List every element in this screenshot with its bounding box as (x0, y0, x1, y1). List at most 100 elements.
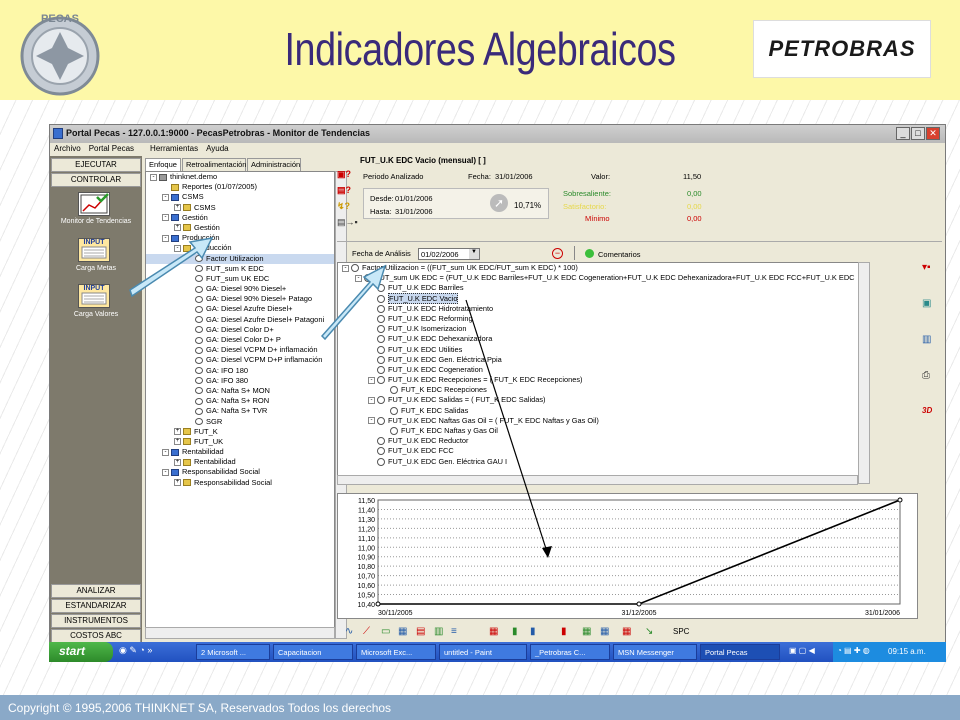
formula-row[interactable]: - FUT_U.K EDC Salidas = ( FUT_K EDC Salid… (338, 395, 869, 405)
start-button[interactable]: start (49, 642, 113, 662)
tree-item[interactable]: - Responsabilidad Social (146, 467, 334, 477)
chart-tool-icon[interactable]: ∿ (345, 626, 353, 637)
collapse-icon[interactable]: - (162, 214, 169, 222)
monitor-tendencias-icon[interactable] (78, 192, 110, 216)
chart-tool-icon[interactable]: ▦ (622, 626, 631, 637)
remove-icon[interactable]: − (552, 248, 563, 259)
formula-row[interactable]: FUT_U.K EDC Reforming (338, 314, 869, 324)
spc-button[interactable]: SPC (673, 627, 689, 636)
formula-row[interactable]: FUT_U.K EDC Vacio (338, 292, 869, 304)
collapse-icon[interactable]: - (368, 417, 375, 425)
help-calendar-icon[interactable]: ▣? (337, 169, 357, 181)
collapse-icon[interactable]: - (150, 173, 157, 181)
comentarios-button[interactable]: Comentarios (598, 250, 641, 259)
chart-tool-icon[interactable]: ▮ (561, 626, 567, 637)
tree-item[interactable]: GA: Nafta S+ RON (146, 396, 334, 406)
formula-vertical-scrollbar[interactable] (858, 262, 870, 484)
chart-tool-icon[interactable]: ▦ (582, 626, 591, 637)
tree-item[interactable]: GA: Diesel 90% Diesel+ (146, 284, 334, 294)
expand-icon[interactable]: + (174, 204, 181, 212)
tab-enfoque[interactable]: Enfoque (145, 158, 181, 171)
formula-row[interactable]: FUT_U.K EDC Gen. Eléctrica GAU I (338, 457, 869, 467)
tree-item[interactable]: GA: Diesel Color D+ P (146, 335, 334, 345)
chart-tool-icon[interactable]: ▤ (416, 626, 425, 637)
data-point[interactable] (897, 497, 903, 503)
formula-row[interactable]: - Factor Utilizacion = ((FUT_sum UK EDC/F… (338, 263, 869, 273)
collapse-icon[interactable]: - (174, 244, 181, 252)
tree-item[interactable]: - Producción (146, 243, 334, 253)
tree-item[interactable]: FUT_sum K EDC (146, 264, 334, 274)
expand-icon[interactable]: + (174, 438, 181, 446)
taskbar-item[interactable]: untitled - Paint (439, 644, 527, 660)
collapse-icon[interactable]: - (162, 468, 169, 476)
close-icon[interactable]: ✕ (926, 127, 940, 140)
chart-tool-icon[interactable]: ⟋ (363, 626, 370, 637)
tree-item[interactable]: Factor Utilizacion (146, 253, 334, 264)
tree-item[interactable]: GA: Diesel Color D+ (146, 325, 334, 335)
tray-icons[interactable]: ▣ ▢ ◀ (789, 646, 829, 658)
collapse-icon[interactable]: - (162, 448, 169, 456)
formula-horizontal-scrollbar[interactable] (337, 475, 858, 485)
collapse-icon[interactable]: - (355, 274, 362, 282)
formula-row[interactable]: FUT_U.K EDC Gen. Eléctrica Ppia (338, 355, 869, 365)
quick-launch[interactable]: ◉ ✎ ◔ » (119, 645, 189, 659)
help-arrow-icon[interactable]: ↯? (337, 201, 357, 213)
tree-item[interactable]: - thinknet.demo (146, 172, 334, 182)
formula-row[interactable]: FUT_K EDC Salidas (338, 406, 869, 416)
tree-item[interactable]: + Responsabilidad Social (146, 478, 334, 488)
formula-row[interactable]: FUT_U.K EDC Reductor (338, 436, 869, 446)
nav-estandarizar-button[interactable]: ESTANDARIZAR (51, 599, 141, 613)
nav-controlar-button[interactable]: CONTROLAR (51, 173, 141, 187)
formula-row[interactable]: FUT_K EDC Recepciones (338, 385, 869, 395)
nav-ejecutar-button[interactable]: EJECUTAR (51, 158, 141, 172)
formula-row[interactable]: FUT_K EDC Naftas y Gas Oil (338, 426, 869, 436)
minimize-icon[interactable]: _ (896, 127, 910, 140)
tray-status-icons[interactable]: ◔ ▤ ✚ ◍ (837, 646, 887, 658)
tree-item[interactable]: GA: Nafta S+ MON (146, 386, 334, 396)
chart-tool-icon[interactable]: ▮ (512, 626, 518, 637)
chart-tool-icon[interactable]: ▮ (530, 626, 536, 637)
chart-tool-icon[interactable]: ↘ (645, 626, 653, 637)
nav-item-carga-valores[interactable]: Carga Valores (50, 311, 142, 318)
tree-item[interactable]: + FUT_K (146, 427, 334, 437)
tree-item[interactable]: FUT_sum UK EDC (146, 274, 334, 284)
taskbar-item[interactable]: Capacitacion (273, 644, 353, 660)
tree-item[interactable]: GA: Nafta S+ TVR (146, 406, 334, 416)
chart-tool-icon[interactable]: ▥ (434, 626, 443, 637)
tab-administracion[interactable]: Administración (247, 158, 301, 171)
data-point[interactable] (636, 601, 642, 607)
collapse-icon[interactable]: - (162, 234, 169, 242)
chart-tool-icon[interactable]: ▭ (381, 626, 390, 637)
formula-row[interactable]: - FUT_U.K EDC Recepciones = ( FUT_K EDC R… (338, 375, 869, 385)
tree-item[interactable]: GA: Diesel Azufre Diesel+ Patagoni (146, 315, 334, 325)
maximize-icon[interactable]: □ (911, 127, 925, 140)
sort-icon[interactable]: ▾▪ (922, 262, 942, 276)
formula-row[interactable]: FUT_U.K EDC FCC (338, 446, 869, 456)
print-icon[interactable]: ⎙ (922, 370, 942, 384)
expand-icon[interactable]: + (174, 224, 181, 232)
taskbar-item[interactable]: Portal Pecas (700, 644, 780, 660)
help-folder-icon[interactable]: ▤? (337, 185, 357, 197)
formula-row[interactable]: FUT_U.K EDC Dehexanizadora (338, 334, 869, 344)
tree-item[interactable]: SGR (146, 417, 334, 427)
expand-icon[interactable]: + (174, 458, 181, 466)
export-icon[interactable]: ▤→▪ (337, 217, 358, 229)
formula-row[interactable]: FUT_U.K EDC Utilities (338, 345, 869, 355)
3d-icon[interactable]: 3D (922, 406, 942, 420)
tree-horizontal-scrollbar[interactable] (145, 627, 335, 639)
data-point[interactable] (375, 601, 381, 607)
menu-item-0[interactable]: Archivo (54, 144, 81, 153)
collapse-icon[interactable]: - (162, 193, 169, 201)
carga-valores-icon[interactable]: INPUT (78, 284, 110, 308)
collapse-icon[interactable]: - (368, 396, 375, 404)
tree-item[interactable]: GA: IFO 180 (146, 366, 334, 376)
taskbar-item[interactable]: 2 Microsoft ... (196, 644, 270, 660)
tree-item[interactable]: GA: Diesel VCPM D+P inflamación (146, 355, 334, 365)
menu-item-3[interactable]: Ayuda (206, 144, 229, 153)
tab-retroalimentacion[interactable]: Retroalimentación (182, 158, 246, 171)
collapse-icon[interactable]: - (368, 376, 375, 384)
chart-tool-icon[interactable]: ▦ (489, 626, 498, 637)
nav-item-monitor[interactable]: Monitor de Tendencias (50, 218, 142, 225)
tree-item[interactable]: + Gestión (146, 223, 334, 233)
tree-item[interactable]: + CSMS (146, 203, 334, 213)
